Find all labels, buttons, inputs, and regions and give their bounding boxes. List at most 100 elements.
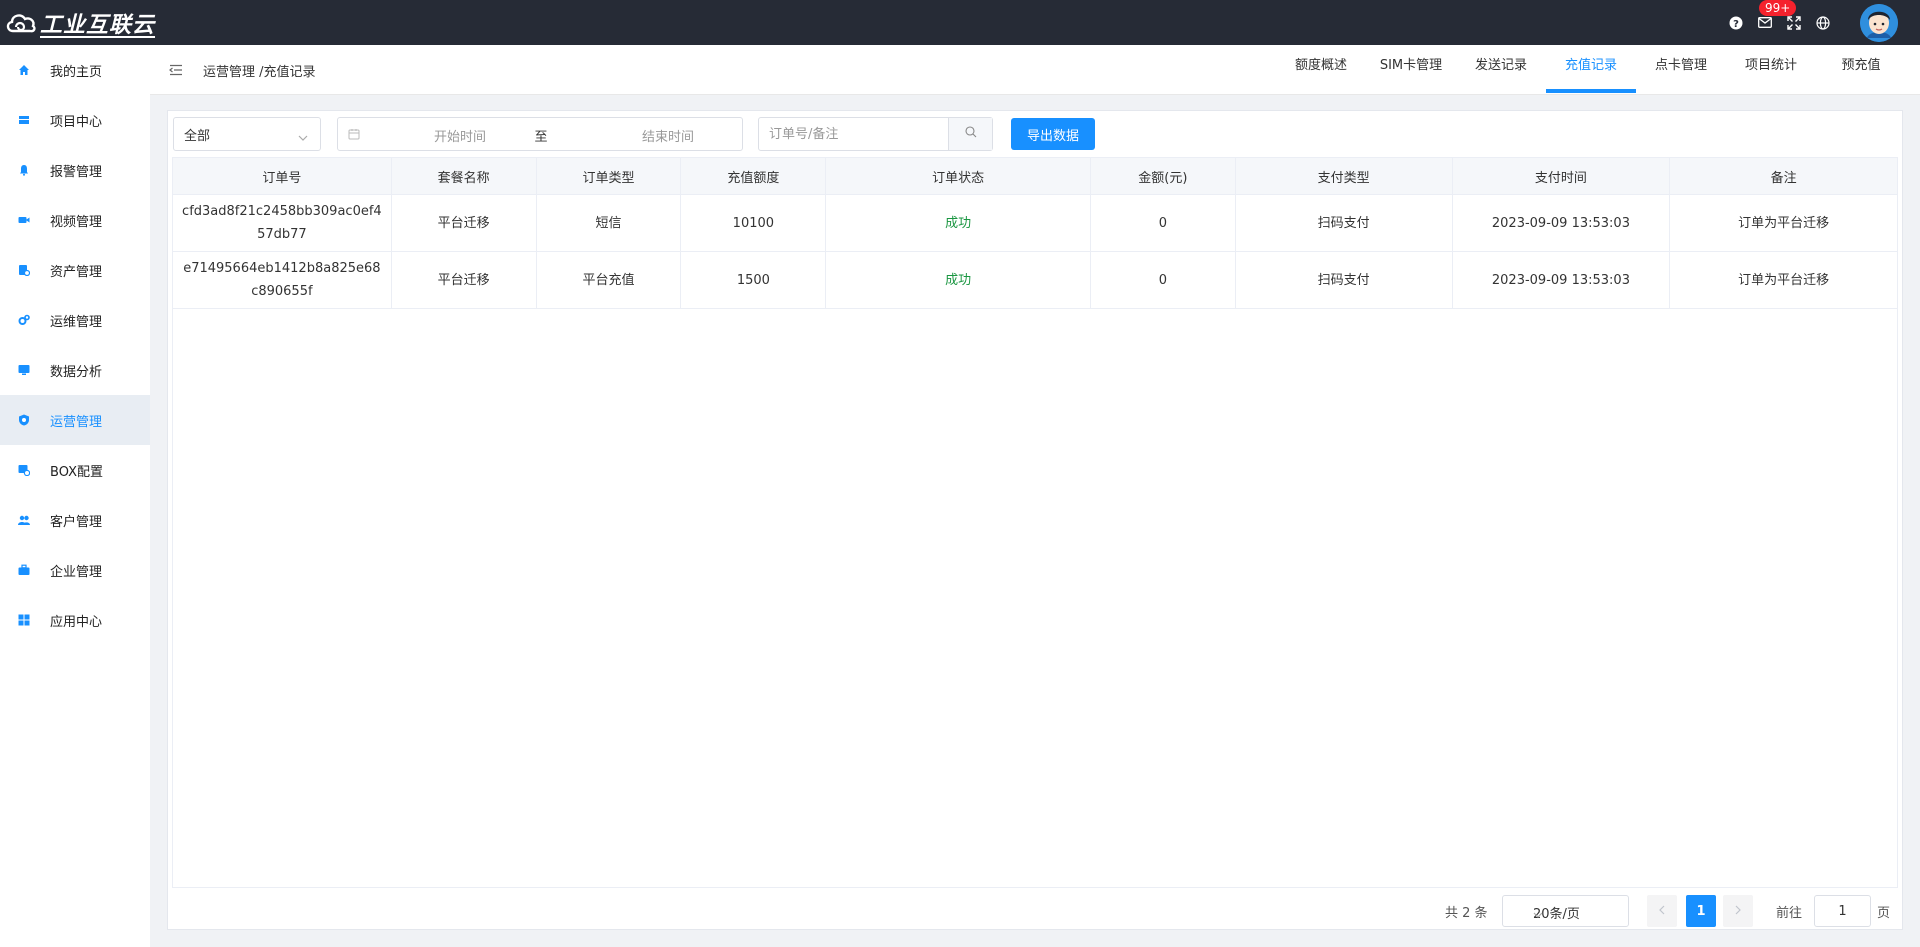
recharge-records-panel: 全部 开始时间 至 结束时间 导出数据 订单号 套餐名称 订单类型 充值额度 订… xyxy=(167,110,1903,930)
money-cell: 0 xyxy=(1091,252,1236,308)
page-header: 运营管理 /充值记录 额度概述 SIM卡管理 发送记录 充值记录 点卡管理 项目… xyxy=(150,45,1920,95)
tab-quota-overview[interactable]: 额度概述 xyxy=(1276,45,1366,95)
help-icon[interactable]: ? xyxy=(1728,15,1744,31)
filter-bar: 全部 开始时间 至 结束时间 导出数据 xyxy=(173,117,1173,151)
column-header: 订单状态 xyxy=(826,158,1091,194)
range-separator: 至 xyxy=(534,130,548,145)
sidebar-item-label: 企业管理 xyxy=(50,564,103,580)
total-count: 共 2 条 xyxy=(1445,906,1488,921)
sidebar-item-label: 数据分析 xyxy=(50,364,103,380)
search-field xyxy=(758,117,993,151)
mail-icon[interactable]: 99+ xyxy=(1757,0,1797,31)
order-type-cell: 短信 xyxy=(537,195,682,251)
sidebar-item-label: 运营管理 xyxy=(50,414,103,430)
order-type-select-value: 全部 xyxy=(184,128,211,144)
search-icon xyxy=(964,126,977,142)
payment-time-cell: 2023-09-09 13:53:03 xyxy=(1453,195,1671,251)
package-name-cell: 平台迁移 xyxy=(392,252,537,308)
date-range-picker[interactable]: 开始时间 至 结束时间 xyxy=(337,117,743,151)
video-icon xyxy=(17,214,30,227)
sidebar-item-enterprise[interactable]: 企业管理 xyxy=(0,545,150,595)
search-button[interactable] xyxy=(948,118,992,150)
users-icon xyxy=(17,514,30,527)
column-header: 金额(元) xyxy=(1091,158,1236,194)
next-page-button[interactable] xyxy=(1723,895,1753,927)
order-id-cell: cfd3ad8f21c2458bb309ac0ef457db77 xyxy=(173,195,392,251)
export-data-button[interactable]: 导出数据 xyxy=(1011,118,1095,150)
sidebar-item-video[interactable]: 视频管理 xyxy=(0,195,150,245)
order-status-cell: 成功 xyxy=(826,252,1091,308)
order-id-cell: e71495664eb1412b8a825e68c890655f xyxy=(173,252,392,308)
chevron-right-icon xyxy=(1735,904,1741,919)
sidebar-item-customers[interactable]: 客户管理 xyxy=(0,495,150,545)
sidebar-item-label: BOX配置 xyxy=(50,464,103,480)
search-input[interactable] xyxy=(759,118,949,150)
column-header: 订单号 xyxy=(173,158,392,194)
fullscreen-icon[interactable] xyxy=(1786,15,1802,31)
briefcase-icon xyxy=(17,564,30,577)
payment-time-cell: 2023-09-09 13:53:03 xyxy=(1453,252,1671,308)
sidebar-item-label: 视频管理 xyxy=(50,214,103,230)
sidebar-item-maintenance[interactable]: 运维管理 xyxy=(0,295,150,345)
sidebar-item-label: 项目中心 xyxy=(50,114,103,130)
sidebar-item-label: 报警管理 xyxy=(50,164,103,180)
tab-bar: 额度概述 SIM卡管理 发送记录 充值记录 点卡管理 项目统计 预充值 xyxy=(1276,45,1906,95)
prev-page-button[interactable] xyxy=(1647,895,1677,927)
money-cell: 0 xyxy=(1091,195,1236,251)
tab-send-records[interactable]: 发送记录 xyxy=(1456,45,1546,95)
column-header: 套餐名称 xyxy=(392,158,537,194)
sidebar-item-analytics[interactable]: 数据分析 xyxy=(0,345,150,395)
goto-label: 前往 xyxy=(1776,906,1803,921)
tab-point-card[interactable]: 点卡管理 xyxy=(1636,45,1726,95)
svg-text:?: ? xyxy=(1733,19,1739,30)
chevron-down-icon xyxy=(298,130,308,145)
column-header: 支付时间 xyxy=(1453,158,1671,194)
sidebar-item-home[interactable]: 我的主页 xyxy=(0,45,150,95)
top-bar: 工业互联云 ? 99+ xyxy=(0,0,1920,45)
order-type-cell: 平台充值 xyxy=(537,252,682,308)
end-time-input[interactable]: 结束时间 xyxy=(618,126,718,145)
tab-prepaid[interactable]: 预充值 xyxy=(1816,45,1906,95)
table-row[interactable]: e71495664eb1412b8a825e68c890655f 平台迁移 平台… xyxy=(173,252,1897,309)
sidebar-item-label: 应用中心 xyxy=(50,614,103,630)
sidebar-item-operations[interactable]: 运营管理 xyxy=(0,395,150,445)
start-time-input[interactable]: 开始时间 xyxy=(410,126,510,145)
tab-project-stats[interactable]: 项目统计 xyxy=(1726,45,1816,95)
column-header: 订单类型 xyxy=(537,158,682,194)
column-header: 支付类型 xyxy=(1236,158,1453,194)
sidebar-item-label: 运维管理 xyxy=(50,314,103,330)
page-size-select[interactable]: 20条/页 xyxy=(1502,895,1629,927)
user-avatar[interactable] xyxy=(1860,3,1898,42)
remark-cell: 订单为平台迁移 xyxy=(1738,272,1830,288)
logo-text: 工业互联云 xyxy=(40,12,156,38)
sidebar-nav: 我的主页 项目中心 报警管理 视频管理 资产管理 运维管理 数据分析 运营管理 … xyxy=(0,45,150,947)
recharge-amount-cell: 1500 xyxy=(681,252,827,308)
table-header: 订单号 套餐名称 订单类型 充值额度 订单状态 金额(元) 支付类型 支付时间 … xyxy=(173,158,1897,195)
language-globe-icon[interactable] xyxy=(1815,15,1831,31)
collapse-menu-icon[interactable] xyxy=(169,64,183,76)
sidebar-item-assets[interactable]: 资产管理 xyxy=(0,245,150,295)
goto-suffix: 页 xyxy=(1877,906,1891,921)
sidebar-item-projects[interactable]: 项目中心 xyxy=(0,95,150,145)
goto-page-input[interactable] xyxy=(1814,895,1871,927)
column-header: 备注 xyxy=(1770,170,1797,186)
order-type-select[interactable]: 全部 xyxy=(173,117,321,151)
table-row[interactable]: cfd3ad8f21c2458bb309ac0ef457db77 平台迁移 短信… xyxy=(173,195,1897,252)
logo[interactable]: 工业互联云 xyxy=(0,0,155,45)
order-status-cell: 成功 xyxy=(826,195,1091,251)
sidebar-item-box-config[interactable]: BOX配置 xyxy=(0,445,150,495)
home-icon xyxy=(17,64,30,77)
chevron-left-icon xyxy=(1659,904,1665,919)
tab-sim-card[interactable]: SIM卡管理 xyxy=(1366,45,1456,95)
sidebar-item-alarms[interactable]: 报警管理 xyxy=(0,145,150,195)
shield-icon xyxy=(17,414,30,427)
sidebar-item-apps[interactable]: 应用中心 xyxy=(0,595,150,645)
package-name-cell: 平台迁移 xyxy=(392,195,537,251)
pagination: 共 2 条 20条/页 1 前往 页 xyxy=(168,894,1902,928)
apps-icon xyxy=(17,614,30,627)
sidebar-item-label: 客户管理 xyxy=(50,514,103,530)
chevron-down-icon xyxy=(1533,907,1618,922)
page-number-button[interactable]: 1 xyxy=(1686,895,1716,927)
cloud-logo-icon xyxy=(4,8,38,38)
tab-recharge-records[interactable]: 充值记录 xyxy=(1546,45,1636,95)
